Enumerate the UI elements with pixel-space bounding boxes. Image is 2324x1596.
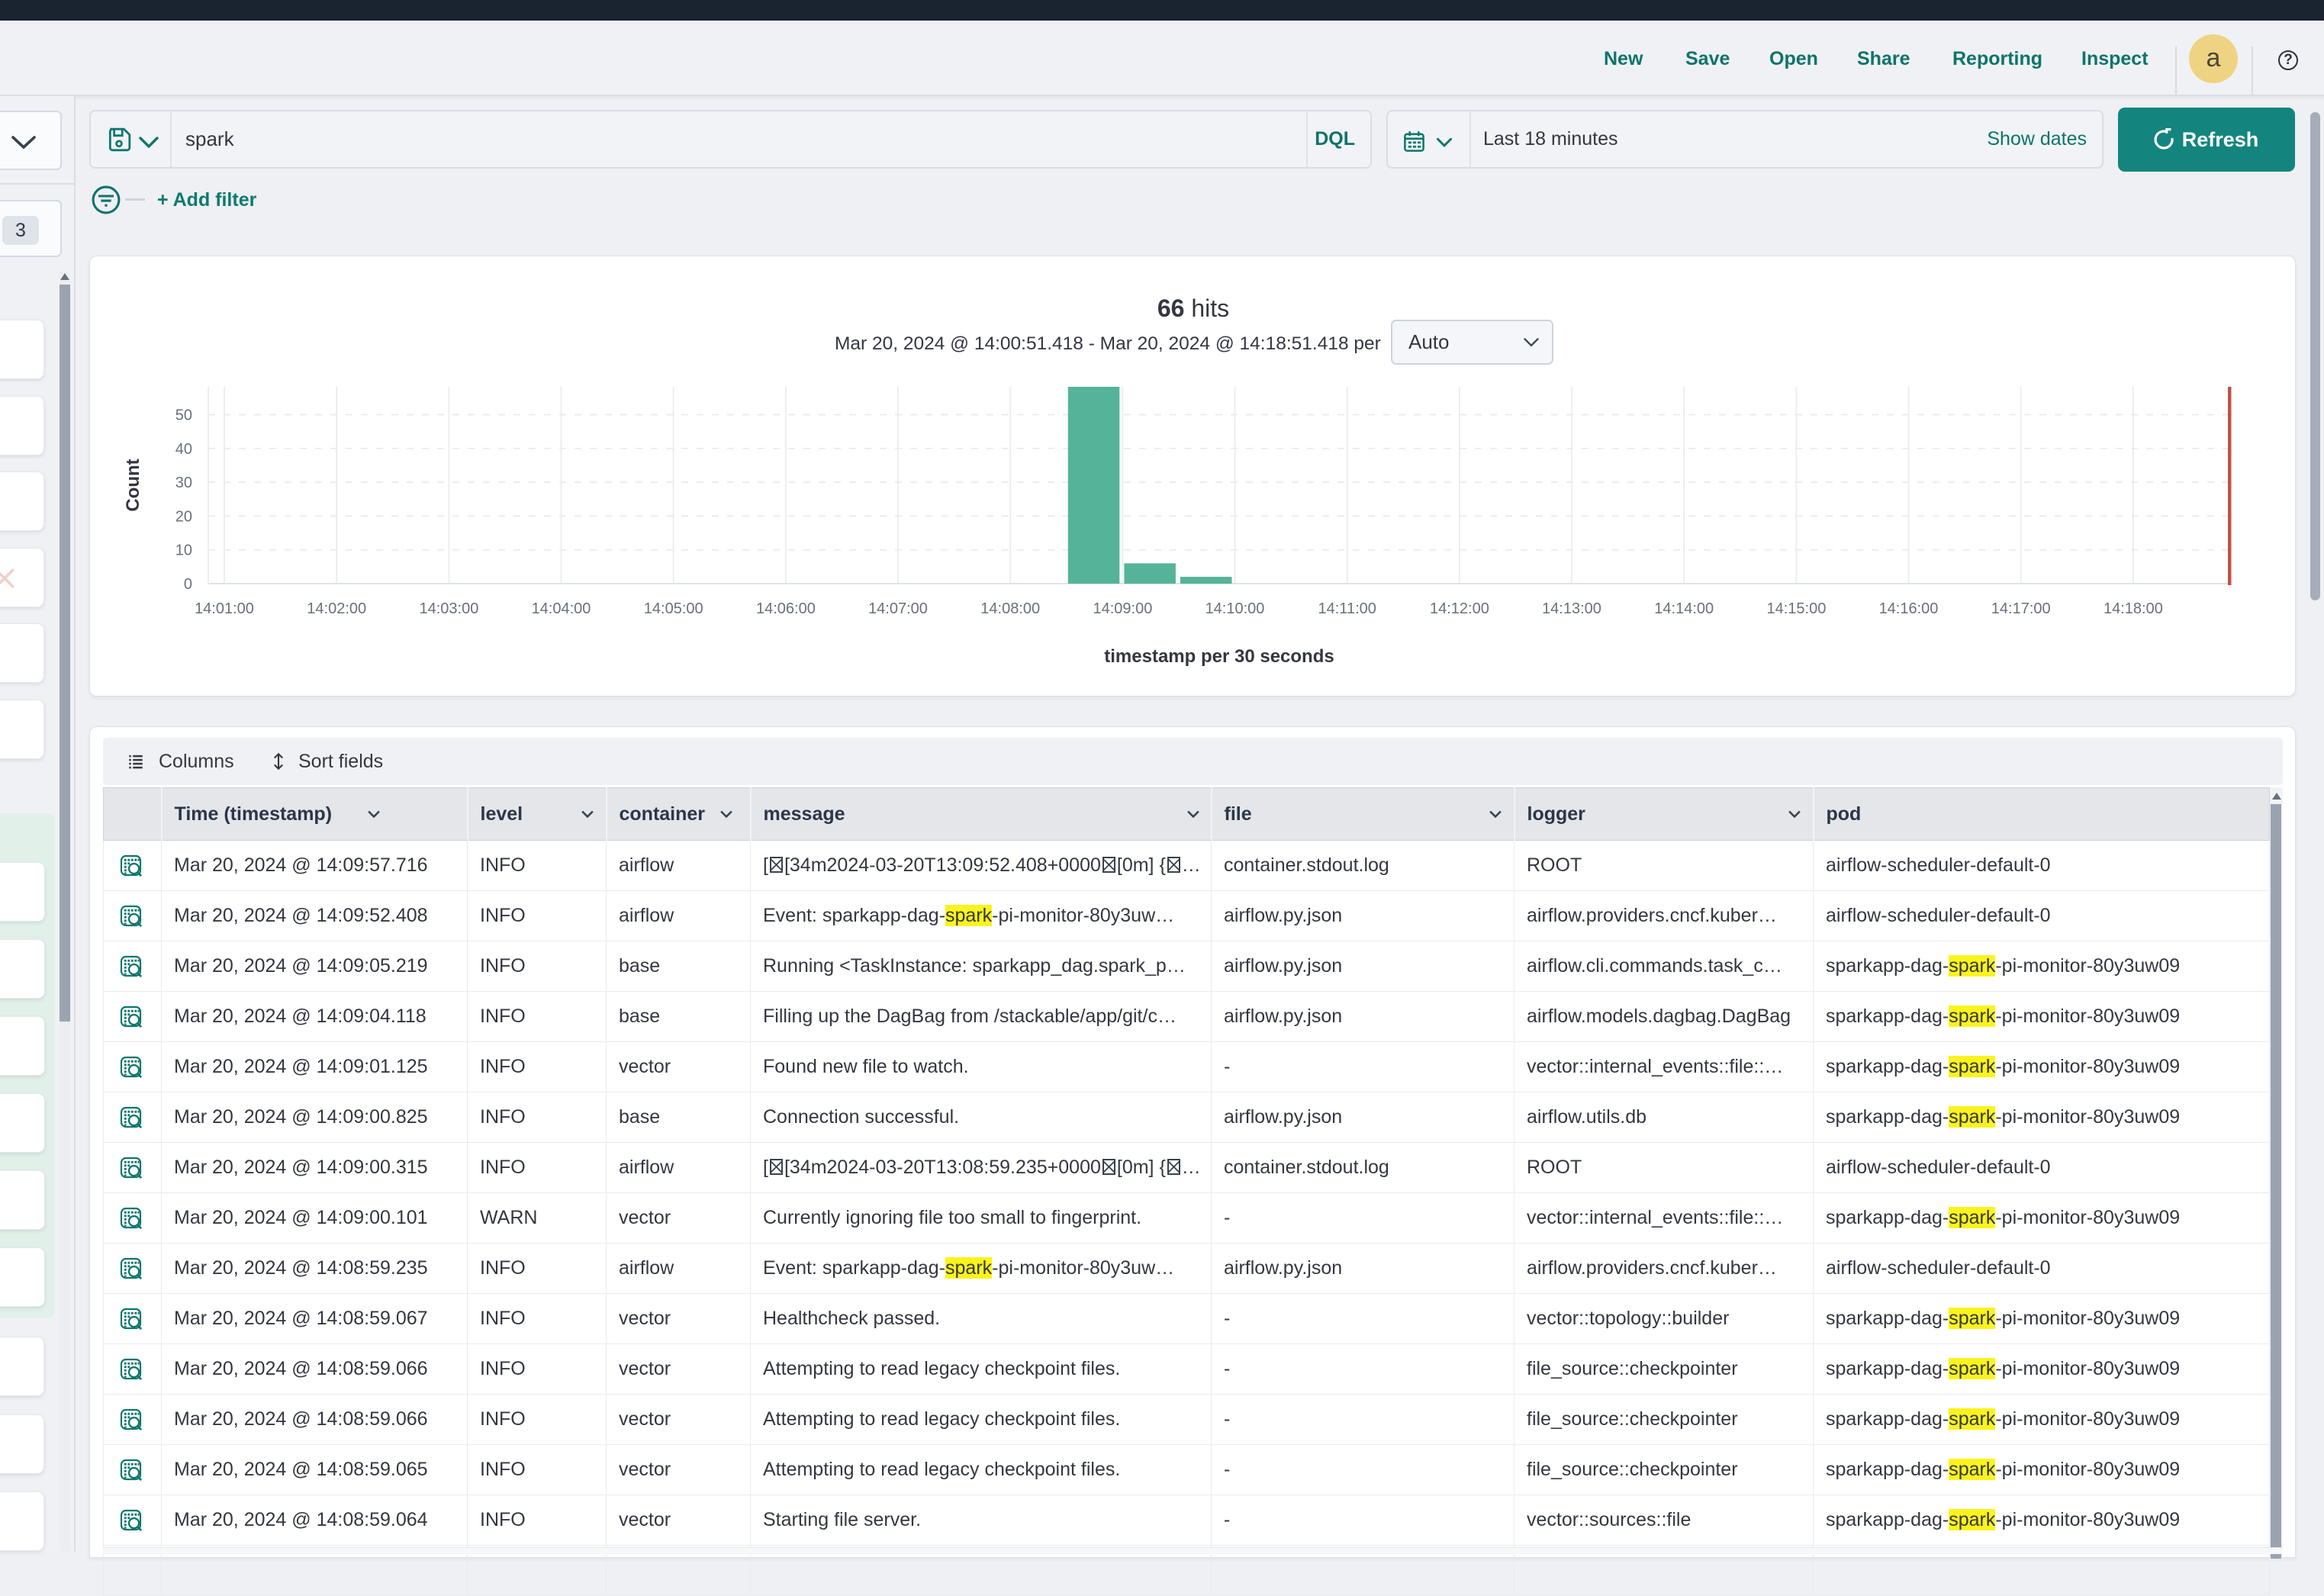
svg-text:14:17:00: 14:17:00: [1991, 600, 2051, 617]
svg-text:30: 30: [175, 475, 192, 491]
svg-text:50: 50: [175, 407, 192, 424]
svg-text:14:01:00: 14:01:00: [195, 600, 254, 617]
svg-text:14:04:00: 14:04:00: [532, 600, 591, 617]
svg-text:14:06:00: 14:06:00: [756, 600, 816, 617]
svg-text:Count: Count: [123, 459, 143, 511]
svg-text:14:14:00: 14:14:00: [1654, 600, 1714, 617]
svg-text:14:08:00: 14:08:00: [980, 600, 1040, 617]
svg-text:14:11:00: 14:11:00: [1318, 600, 1376, 617]
svg-text:40: 40: [175, 441, 192, 458]
svg-text:14:05:00: 14:05:00: [644, 600, 703, 617]
svg-text:14:13:00: 14:13:00: [1542, 600, 1601, 617]
svg-text:14:02:00: 14:02:00: [307, 600, 366, 617]
svg-text:14:10:00: 14:10:00: [1205, 600, 1265, 617]
svg-text:timestamp per 30 seconds: timestamp per 30 seconds: [1104, 646, 1334, 667]
svg-text:14:15:00: 14:15:00: [1766, 600, 1826, 617]
svg-text:14:18:00: 14:18:00: [2104, 600, 2163, 617]
svg-text:14:12:00: 14:12:00: [1430, 600, 1489, 617]
svg-text:20: 20: [175, 508, 192, 525]
svg-text:0: 0: [184, 576, 192, 593]
svg-text:10: 10: [175, 542, 192, 559]
svg-text:14:03:00: 14:03:00: [419, 600, 478, 617]
svg-text:14:16:00: 14:16:00: [1879, 600, 1939, 617]
svg-text:14:09:00: 14:09:00: [1093, 600, 1152, 617]
svg-text:14:07:00: 14:07:00: [868, 600, 928, 617]
